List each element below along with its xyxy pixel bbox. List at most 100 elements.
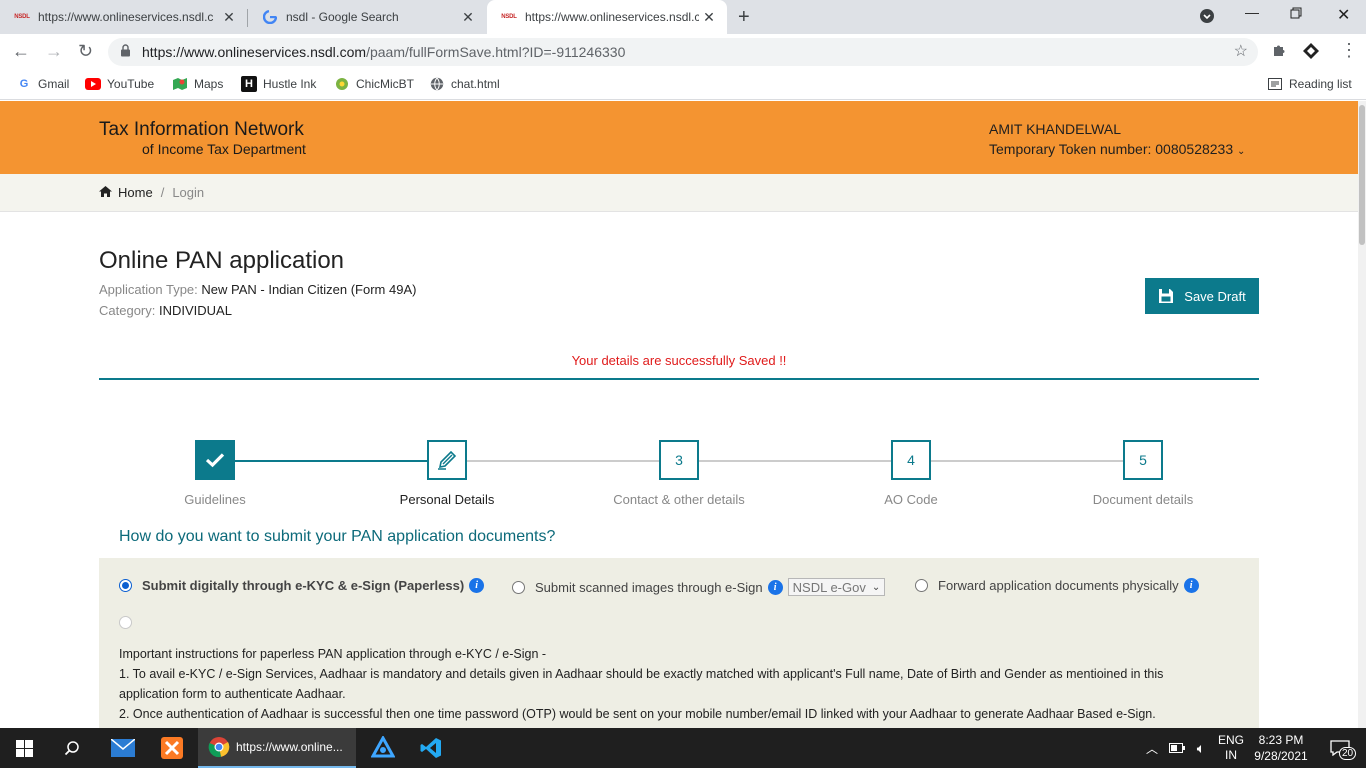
step-1-guidelines[interactable] bbox=[195, 440, 235, 480]
step-label: Personal Details bbox=[399, 492, 495, 507]
app-icon[interactable] bbox=[360, 728, 406, 768]
info-icon[interactable]: i bbox=[469, 578, 485, 593]
browser-tab-active[interactable]: NSDL https://www.onlineservices.nsdl.c ✕ bbox=[487, 0, 727, 34]
bookmark-label: YouTube bbox=[107, 77, 155, 91]
application-type-label: Application Type: bbox=[99, 282, 198, 297]
hidden-option[interactable] bbox=[119, 616, 142, 629]
vscode-icon[interactable] bbox=[408, 728, 454, 768]
ekyc-radio[interactable] bbox=[119, 579, 132, 592]
info-icon[interactable]: i bbox=[1183, 578, 1199, 593]
bookmark-maps[interactable]: Maps bbox=[172, 76, 223, 92]
option-scanned[interactable]: Submit scanned images through e-Sign i N… bbox=[512, 578, 886, 596]
lock-icon[interactable] bbox=[120, 44, 131, 60]
info-icon[interactable]: i bbox=[767, 579, 783, 595]
new-tab-icon[interactable]: + bbox=[738, 6, 750, 29]
tab-title: https://www.onlineservices.nsdl.c bbox=[38, 10, 214, 24]
bookmark-hustle-ink[interactable]: H Hustle Ink bbox=[241, 76, 316, 92]
site-header: Tax Information Network of Income Tax De… bbox=[0, 101, 1358, 174]
token-dropdown[interactable]: Temporary Token number: 0080528233 ⌄ bbox=[989, 141, 1245, 157]
physical-radio[interactable] bbox=[915, 579, 928, 592]
restore-icon[interactable] bbox=[1290, 6, 1302, 22]
window-close-icon[interactable]: ✕ bbox=[1337, 5, 1350, 25]
option-ekyc[interactable]: Submit digitally through e-KYC & e-Sign … bbox=[119, 578, 485, 593]
taskbar-chrome-label: https://www.online... bbox=[236, 740, 343, 754]
bookmark-star-icon[interactable]: ☆ bbox=[1234, 41, 1248, 61]
site-logo-line2: of Income Tax Department bbox=[142, 141, 306, 157]
success-message: Your details are successfully Saved !! bbox=[571, 353, 787, 368]
page-scrollbar[interactable] bbox=[1358, 101, 1366, 728]
browser-tab-strip: NSDL https://www.onlineservices.nsdl.c ✕… bbox=[0, 0, 1366, 34]
step-3[interactable]: 3 bbox=[659, 440, 699, 480]
maps-icon bbox=[172, 76, 188, 92]
select-value: NSDL e-Gov bbox=[792, 579, 866, 595]
taskbar-chrome-window[interactable]: https://www.online... bbox=[198, 728, 356, 768]
bookmark-gmail[interactable]: G Gmail bbox=[16, 76, 70, 92]
bookmark-label: Gmail bbox=[38, 77, 70, 91]
menu-icon[interactable]: ⋮ bbox=[1340, 40, 1358, 61]
mail-icon[interactable] bbox=[100, 728, 146, 768]
reading-list-label: Reading list bbox=[1289, 77, 1352, 91]
physical-label: Forward application documents physically bbox=[938, 578, 1179, 593]
volume-icon[interactable]: 🔈︎ bbox=[1190, 728, 1212, 768]
language-label: ENG bbox=[1217, 733, 1244, 747]
scanned-agency-select[interactable]: NSDL e-Gov ⌄ bbox=[787, 578, 886, 596]
step-4[interactable]: 4 bbox=[891, 440, 931, 480]
step-2-personal-details[interactable] bbox=[427, 440, 467, 480]
close-icon[interactable]: ✕ bbox=[458, 9, 478, 26]
google-icon: G bbox=[19, 78, 29, 90]
option-physical[interactable]: Forward application documents physically… bbox=[915, 578, 1199, 593]
instruction-1: 1. To avail e-KYC / e-Sign Services, Aad… bbox=[119, 667, 1164, 681]
instruction-1-cont: application form to authenticate Aadhaar… bbox=[119, 687, 346, 701]
battery-icon[interactable] bbox=[1166, 728, 1188, 768]
save-draft-button[interactable]: Save Draft bbox=[1145, 278, 1259, 314]
home-icon[interactable] bbox=[99, 185, 112, 200]
browser-tab[interactable]: nsdl - Google Search ✕ bbox=[248, 0, 486, 34]
browser-tab[interactable]: NSDL https://www.onlineservices.nsdl.c ✕ bbox=[0, 0, 247, 34]
clock-date: 9/28/2021 bbox=[1254, 749, 1308, 763]
user-name: AMIT KHANDELWAL bbox=[989, 121, 1121, 137]
floppy-disk-icon bbox=[1159, 289, 1174, 303]
disabled-radio[interactable] bbox=[119, 616, 132, 629]
breadcrumb: Home / Login bbox=[0, 174, 1358, 212]
bookmark-youtube[interactable]: YouTube bbox=[85, 76, 154, 92]
nsdl-favicon-icon: NSDL bbox=[14, 14, 30, 20]
extension-shield-icon[interactable] bbox=[1302, 42, 1320, 64]
tab-search-icon[interactable] bbox=[1199, 8, 1215, 27]
site-logo-line1[interactable]: Tax Information Network bbox=[99, 119, 304, 141]
scanned-radio[interactable] bbox=[512, 580, 525, 594]
breadcrumb-home-link[interactable]: Home bbox=[118, 185, 153, 200]
close-icon[interactable]: ✕ bbox=[699, 9, 719, 26]
clock[interactable]: 8:23 PM 9/28/2021 bbox=[1250, 728, 1312, 768]
step-connector bbox=[931, 460, 1123, 462]
reload-icon[interactable]: ↻ bbox=[78, 41, 93, 62]
xampp-icon[interactable] bbox=[149, 728, 195, 768]
notification-center-icon[interactable]: 20 bbox=[1320, 728, 1360, 768]
nsdl-favicon-icon: NSDL bbox=[501, 14, 517, 20]
reading-list-button[interactable]: Reading list bbox=[1267, 76, 1352, 92]
breadcrumb-separator: / bbox=[160, 185, 165, 200]
language-indicator[interactable]: ENG IN bbox=[1214, 728, 1248, 768]
windows-taskbar: https://www.online... ︿ 🔈︎ ENG IN 8:23 P… bbox=[0, 728, 1366, 768]
chicmic-icon bbox=[334, 76, 350, 92]
submission-question: How do you want to submit your PAN appli… bbox=[119, 528, 556, 545]
bookmark-chat-html[interactable]: chat.html bbox=[429, 76, 500, 92]
step-label: Document details bbox=[1092, 492, 1194, 507]
divider bbox=[99, 378, 1259, 380]
ekyc-label: Submit digitally through e-KYC & e-Sign … bbox=[142, 578, 465, 593]
search-icon[interactable] bbox=[48, 728, 96, 768]
windows-start-icon[interactable] bbox=[0, 728, 48, 768]
step-5[interactable]: 5 bbox=[1123, 440, 1163, 480]
minimize-icon[interactable]: — bbox=[1245, 4, 1259, 20]
bookmark-chicmicbt[interactable]: ChicMicBT bbox=[334, 76, 414, 92]
bookmark-label: chat.html bbox=[451, 77, 500, 91]
step-connector bbox=[235, 460, 427, 462]
bookmark-label: ChicMicBT bbox=[356, 77, 415, 91]
back-icon[interactable]: ← bbox=[12, 41, 30, 62]
chevron-up-icon[interactable]: ︿ bbox=[1143, 728, 1161, 768]
address-bar[interactable]: https://www.onlineservices.nsdl.com/paam… bbox=[108, 38, 1258, 66]
forward-icon[interactable]: → bbox=[45, 41, 63, 62]
scrollbar-thumb[interactable] bbox=[1359, 105, 1365, 245]
close-icon[interactable]: ✕ bbox=[219, 9, 239, 26]
step-connector bbox=[699, 460, 891, 462]
extensions-icon[interactable] bbox=[1271, 42, 1287, 62]
